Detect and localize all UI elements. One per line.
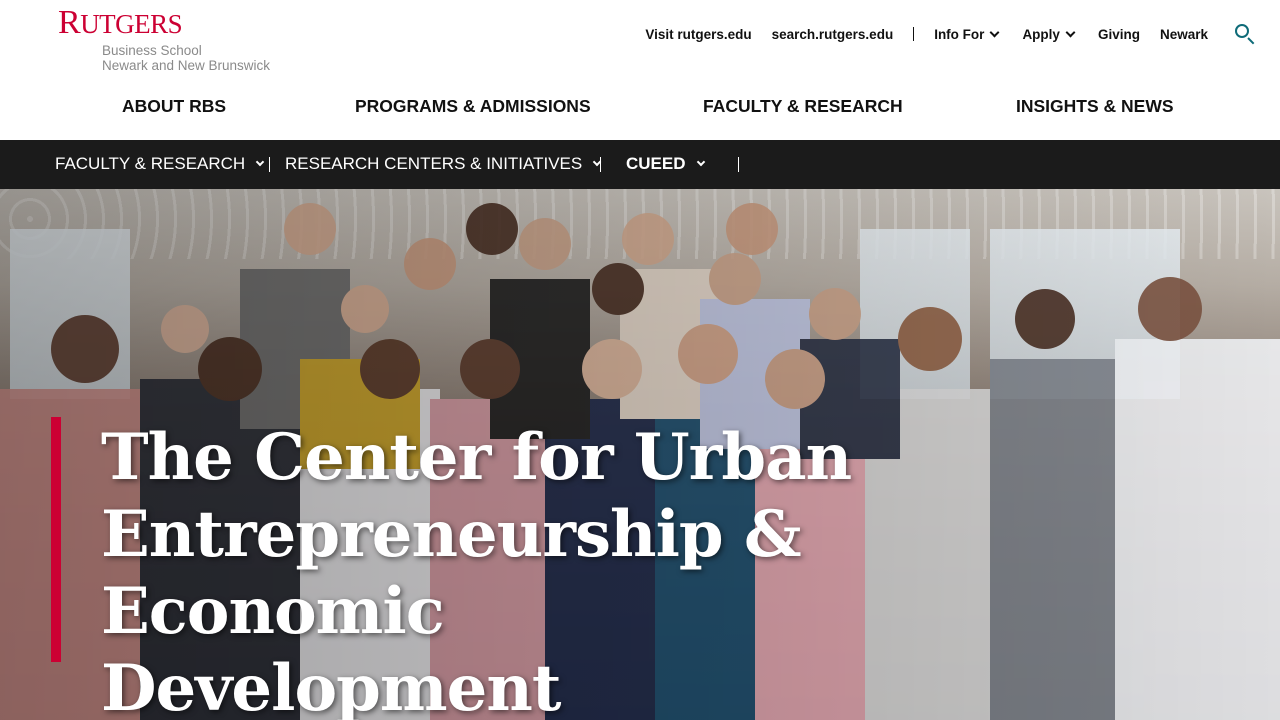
visit-rutgers-label: Visit rutgers.edu: [645, 26, 752, 42]
giving-label: Giving: [1097, 26, 1140, 42]
search-rutgers-label: search.rutgers.edu: [771, 26, 894, 42]
chevron-down-icon: [989, 27, 1000, 37]
logo-line1: Business School: [102, 43, 202, 58]
hero-title-line1: The Center for Urban: [101, 420, 852, 495]
nav-insights-news[interactable]: INSIGHTS & NEWS: [1016, 96, 1174, 117]
subnav-divider: [269, 157, 270, 172]
apply-menu[interactable]: Apply: [1022, 26, 1076, 42]
giving-link[interactable]: Giving: [1098, 27, 1140, 42]
main-nav: ABOUT RBS PROGRAMS & ADMISSIONS FACULTY …: [0, 96, 1280, 118]
subnav-faculty-research-label: FACULTY & RESEARCH: [55, 154, 246, 173]
subnav-research-centers-label: RESEARCH CENTERS & INITIATIVES: [285, 154, 583, 173]
utility-nav: Visit rutgers.edu search.rutgers.edu Inf…: [645, 23, 1256, 45]
newark-link[interactable]: Newark: [1160, 27, 1208, 42]
info-for-label: Info For: [934, 26, 985, 42]
visit-rutgers-link[interactable]: Visit rutgers.edu: [645, 27, 751, 42]
apply-label: Apply: [1022, 26, 1060, 42]
newark-label: Newark: [1159, 26, 1208, 42]
nav-programs-admissions[interactable]: PROGRAMS & ADMISSIONS: [355, 96, 591, 117]
hero-title: The Center for Urban Entrepreneurship & …: [101, 419, 901, 720]
logo-wordmark: RUTGERS: [58, 4, 183, 41]
section-subnav: FACULTY & RESEARCH RESEARCH CENTERS & IN…: [0, 140, 1280, 189]
subnav-cueed[interactable]: CUEED: [626, 153, 705, 175]
subnav-faculty-research[interactable]: FACULTY & RESEARCH: [55, 153, 265, 175]
hero-banner: The Center for Urban Entrepreneurship & …: [0, 189, 1280, 720]
subnav-divider: [600, 157, 601, 172]
chevron-down-icon: [1065, 27, 1076, 37]
subnav-divider: [738, 157, 739, 172]
search-rutgers-link[interactable]: search.rutgers.edu: [772, 27, 894, 42]
chevron-down-icon: [696, 157, 705, 167]
nav-faculty-research[interactable]: FACULTY & RESEARCH: [703, 96, 903, 117]
utility-divider: [913, 27, 915, 41]
search-icon[interactable]: [1234, 23, 1256, 45]
info-for-menu[interactable]: Info For: [934, 26, 1000, 42]
nav-about-rbs[interactable]: ABOUT RBS: [122, 96, 226, 117]
chevron-down-icon: [255, 157, 265, 167]
subnav-cueed-label: CUEED: [626, 154, 686, 173]
hero-title-line2: Entrepreneurship &: [101, 497, 802, 572]
rutgers-business-school-logo[interactable]: RUTGERS Business School Newark and New B…: [58, 4, 271, 74]
logo-line2: Newark and New Brunswick: [102, 58, 271, 73]
hero-title-line3: Economic Development: [101, 574, 561, 720]
site-header: RUTGERS Business School Newark and New B…: [0, 0, 1280, 140]
subnav-research-centers[interactable]: RESEARCH CENTERS & INITIATIVES: [285, 153, 602, 175]
hero-accent-bar: [51, 417, 61, 662]
